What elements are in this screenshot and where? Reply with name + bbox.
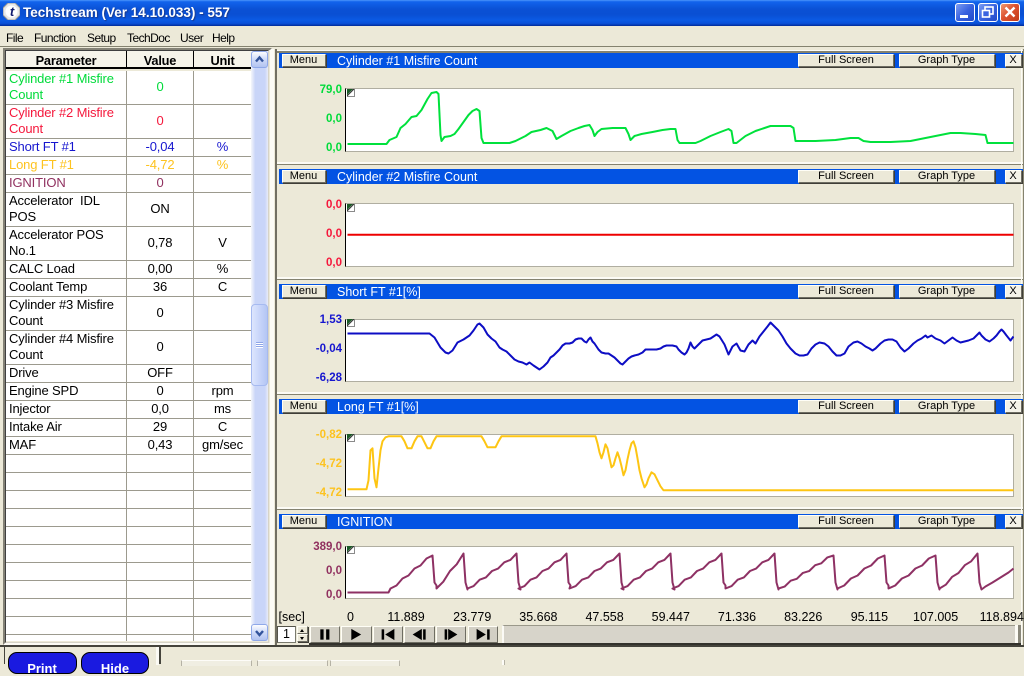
svg-text:t: t <box>10 4 15 19</box>
